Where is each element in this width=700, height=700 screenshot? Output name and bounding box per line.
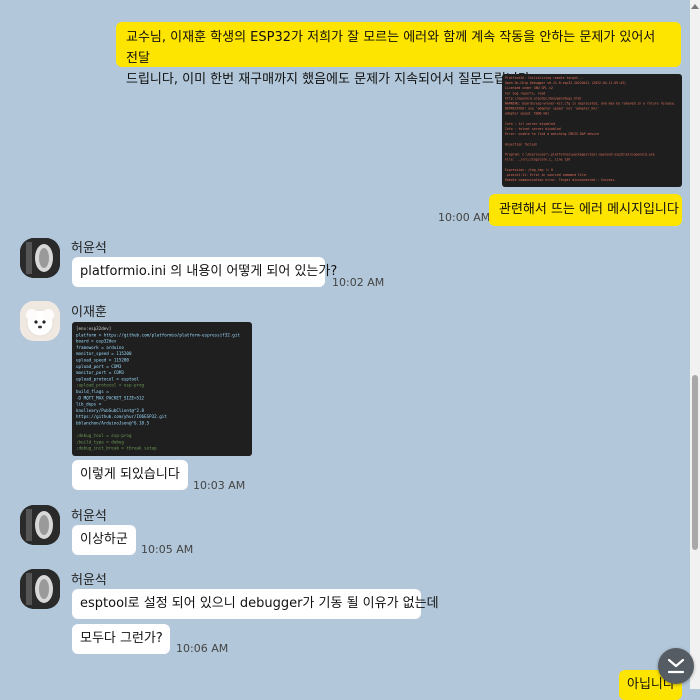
screenshot-text-line: upload_protocol = esptool bbox=[76, 376, 140, 381]
screenshot-text-line: lib_deps = bbox=[76, 402, 102, 407]
message-time: 10:06 AM bbox=[176, 642, 229, 655]
screenshot-text-line: PlatformIO: Initializing remote target..… bbox=[505, 76, 584, 80]
screenshot-text-line: upload_speed = 115200 bbox=[76, 358, 129, 363]
message-text: 이렇게 되있습니다 bbox=[80, 467, 180, 482]
screenshot-text-line: upload_port = COM3 bbox=[76, 364, 122, 369]
message-text: platformio.ini 의 내용이 어떻게 되어 있는가? bbox=[80, 264, 338, 279]
avatar-dark-icon bbox=[20, 569, 60, 609]
chevron-down-icon bbox=[667, 658, 685, 674]
screenshot-text-line: ;build_type = debug bbox=[76, 439, 124, 444]
sender-name: 허윤석 bbox=[71, 241, 107, 256]
screenshot-text-line: [env:esp32dev] bbox=[76, 326, 111, 331]
avatar-dark-icon bbox=[20, 505, 60, 545]
avatar[interactable] bbox=[20, 301, 60, 341]
screenshot-text-line: http://openocd.org/doc/doxygen/bugs.html bbox=[505, 96, 582, 100]
ini-screenshot-svg: [env:esp32dev]platform = https://github.… bbox=[76, 326, 240, 451]
scroll-up-arrow-icon[interactable] bbox=[691, 4, 699, 9]
screenshot-text-line: build_flags = bbox=[76, 389, 109, 394]
message-bubble-theirs[interactable]: 이렇게 되있습니다 bbox=[72, 460, 188, 490]
avatar[interactable] bbox=[20, 569, 60, 609]
avatar[interactable] bbox=[20, 505, 60, 545]
screenshot-text-line: DEPRECATED! use 'adapter speed' not 'ada… bbox=[505, 107, 599, 111]
avatar-dog-icon bbox=[20, 301, 60, 341]
message-text: 모두다 그런가? bbox=[80, 631, 163, 646]
message-bubble-theirs[interactable]: 모두다 그런가? bbox=[72, 624, 170, 654]
screenshot-text-line: adapter speed: 5000 kHz bbox=[505, 112, 549, 116]
sender-name: 허윤석 bbox=[71, 509, 107, 524]
message-bubble-mine[interactable]: 교수님, 이재훈 학생의 ESP32가 저희가 잘 모르는 에러와 함께 계속 … bbox=[116, 22, 681, 87]
screenshot-text-line: Licensed under GNU GPL v2 bbox=[505, 86, 553, 90]
screenshot-text-line: ;debug_tool = esp-prog bbox=[76, 433, 132, 438]
avatar[interactable] bbox=[20, 238, 60, 278]
screenshot-text-line: Info : tcl server disabled bbox=[505, 122, 555, 126]
screenshot-text-line: https://github.com/yhur/IO6ESP32.git bbox=[76, 414, 167, 419]
sender-name: 허윤석 bbox=[71, 573, 107, 588]
message-text: 관련해서 뜨는 에러 메시지입니다 bbox=[499, 202, 679, 217]
screenshot-text-line: -D MQTT_MAX_PACKET_SIZE=512 bbox=[76, 395, 145, 400]
screenshot-text-line: Error: unable to find a matching CMSIS-D… bbox=[505, 132, 599, 136]
screenshot-text-line: platform = https://github.com/platformio… bbox=[76, 332, 240, 337]
message-time: 10:05 AM bbox=[141, 543, 194, 556]
screenshot-text-line: Info : telnet server disabled bbox=[505, 127, 561, 131]
screenshot-text-line: framework = arduino bbox=[76, 345, 124, 350]
message-time: 10:00 AM bbox=[438, 211, 491, 224]
message-bubble-theirs[interactable]: esptool로 설정 되어 있으니 debugger가 기동 될 이유가 없는… bbox=[72, 589, 439, 619]
scrollbar-thumb[interactable] bbox=[692, 375, 698, 550]
message-text: 이상하군 bbox=[80, 532, 128, 547]
message-bubble-theirs[interactable]: platformio.ini 의 내용이 어떻게 되어 있는가? bbox=[72, 257, 337, 287]
avatar-dark-icon bbox=[20, 238, 60, 278]
screenshot-text-line: Program: C:\Users\user\.platformio\packa… bbox=[505, 153, 655, 157]
message-time: 10:02 AM bbox=[332, 276, 385, 289]
screenshot-text-line: Assertion failed! bbox=[505, 142, 538, 146]
screenshot-text-line: monitor_speed = 115200 bbox=[76, 351, 132, 356]
sender-name: 이재훈 bbox=[71, 305, 107, 320]
error-screenshot-image[interactable]: PlatformIO: Initializing remote target..… bbox=[502, 74, 682, 187]
screenshot-text-line: For bug reports, read bbox=[505, 91, 545, 95]
screenshot-text-line: ;upload_protocol = esp-prog bbox=[76, 383, 145, 388]
message-text: 교수님, 이재훈 학생의 ESP32가 저희가 잘 모르는 에러와 함께 계속 … bbox=[126, 30, 656, 66]
message-bubble-mine[interactable]: 관련해서 뜨는 에러 메시지입니다 bbox=[489, 194, 682, 226]
screenshot-text-line: Expression: jtag_tap != 0 bbox=[505, 168, 553, 172]
screenshot-text-line: bblanchon/ArduinoJson@^6.18.5 bbox=[76, 421, 150, 426]
screenshot-text-line: .pioinit:11: Error in sourced command fi… bbox=[505, 173, 588, 177]
platformio-ini-screenshot-image[interactable]: [env:esp32dev] platform = https://github.… bbox=[72, 322, 252, 456]
scrollbar-track[interactable] bbox=[690, 0, 700, 689]
screenshot-text-line: Remote communication error. Target disco… bbox=[505, 178, 616, 182]
error-screenshot-svg: PlatformIO: Initializing remote target..… bbox=[505, 76, 676, 182]
screenshot-text-line: monitor_port = COM3 bbox=[76, 370, 124, 375]
scroll-to-bottom-button[interactable] bbox=[658, 648, 694, 684]
screenshot-text-line: Open On-Chip Debugger v0.11.0-esp32-2022… bbox=[505, 81, 626, 85]
screenshot-text-line: ;debug_init_break = tbreak setup bbox=[76, 446, 157, 451]
screenshot-text-line: knolleary/PubSubClient@^2.8 bbox=[76, 408, 145, 413]
screenshot-text-line: board = esp32dev bbox=[76, 339, 117, 344]
screenshot-text-line: WARNING: boards/esp-wrover-kit.cfg is de… bbox=[505, 102, 676, 106]
screenshot-text-line: File: ../src/jtag/core.c, Line 136 bbox=[505, 158, 570, 162]
message-time: 10:03 AM bbox=[193, 479, 246, 492]
message-text: esptool로 설정 되어 있으니 debugger가 기동 될 이유가 없는… bbox=[80, 596, 439, 611]
message-bubble-theirs[interactable]: 이상하군 bbox=[72, 525, 136, 555]
